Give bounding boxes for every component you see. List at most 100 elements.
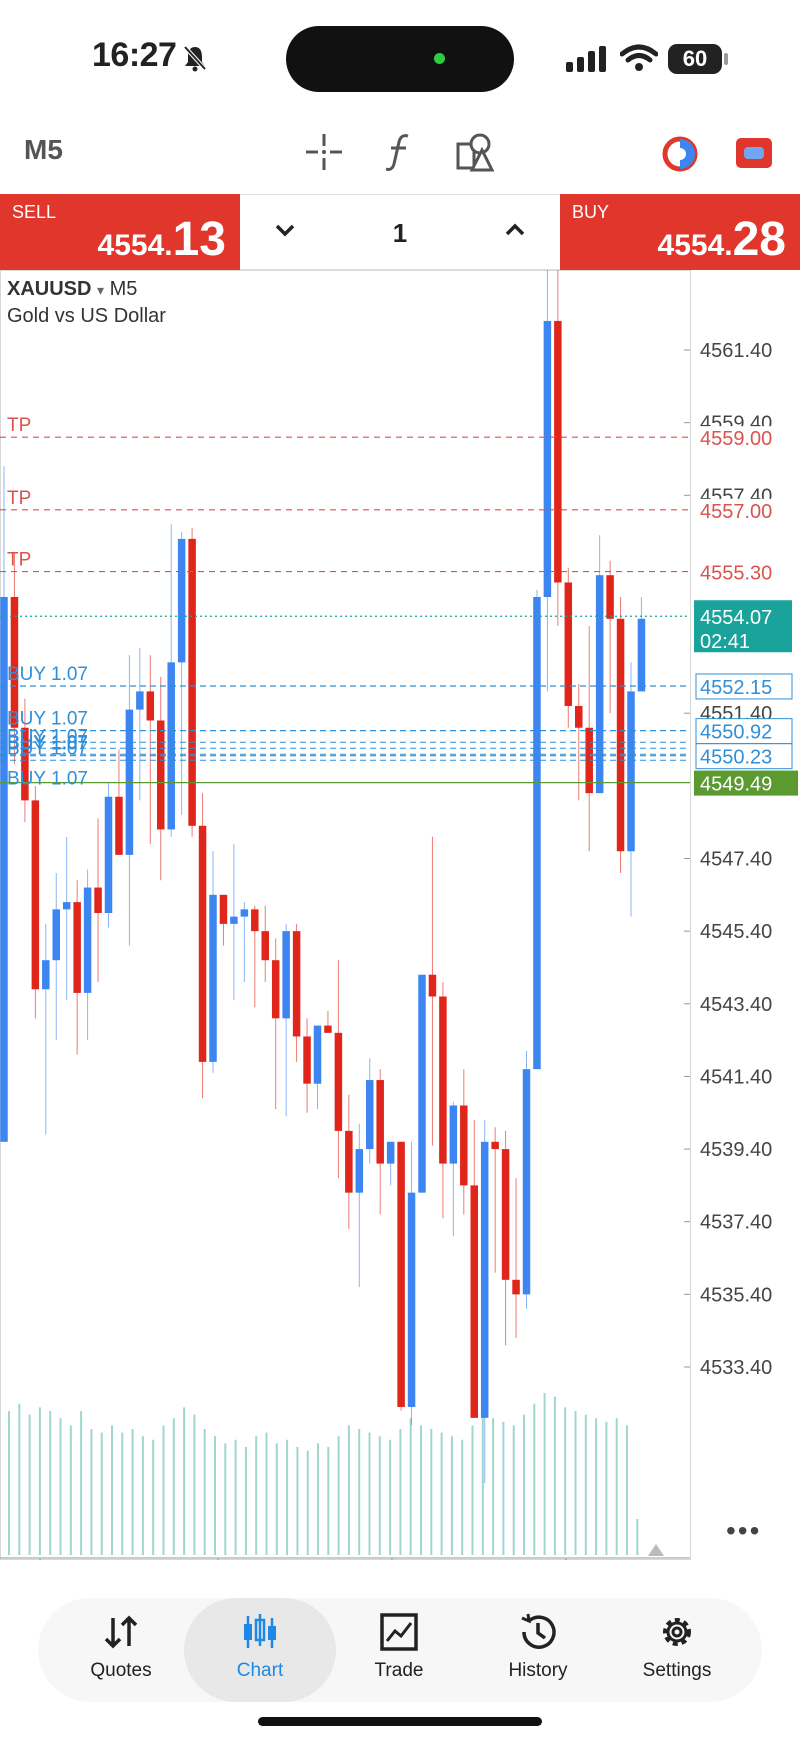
- candle-body: [449, 1105, 458, 1164]
- position-price-label: 4552.15: [700, 677, 772, 699]
- candle-body: [439, 996, 447, 1164]
- candle-body: [209, 894, 217, 1062]
- history-icon: [521, 1613, 556, 1649]
- candle-body: [136, 691, 144, 710]
- position-tag: BUY 1.07: [7, 768, 88, 789]
- y-axis-tick-label: 4535.40: [700, 1284, 772, 1306]
- bid-price-label: 4554.07: [700, 607, 772, 629]
- candle-body: [575, 705, 583, 728]
- volume-increase-icon[interactable]: [504, 222, 526, 238]
- position-tag: BUY 1.07: [7, 664, 88, 685]
- candle-body: [303, 1036, 311, 1084]
- buy-price-pips: 28: [732, 213, 786, 266]
- y-axis-tick-label: 4541.40: [700, 1066, 772, 1088]
- candle-body: [512, 1279, 520, 1295]
- signal-icon[interactable]: [660, 134, 700, 174]
- battery-cap: [724, 53, 728, 65]
- candle-body: [418, 974, 426, 1193]
- settings-icon: [663, 1618, 691, 1646]
- candle-body: [480, 1141, 489, 1418]
- nav-trade[interactable]: Trade: [339, 1612, 459, 1692]
- dynamic-island: [286, 26, 514, 92]
- sell-price-main: 4554.: [97, 229, 173, 262]
- buy-price-main: 4554.: [657, 229, 733, 262]
- candle-body: [627, 691, 635, 852]
- candle-body: [292, 931, 301, 1037]
- chart-plot-frame: [0, 270, 691, 1560]
- tp-price-label: 4559.00: [700, 428, 772, 450]
- more-options-icon[interactable]: •••: [726, 1515, 761, 1547]
- candle-body: [94, 887, 102, 913]
- candle-body: [501, 1149, 510, 1280]
- candle-body: [428, 974, 437, 997]
- function-icon[interactable]: [384, 132, 414, 172]
- symbol-name: XAUUSD: [7, 278, 92, 300]
- volume-decrease-icon[interactable]: [274, 222, 296, 238]
- y-axis-tick-label: 4539.40: [700, 1139, 772, 1161]
- position-price-label: 4550.23: [700, 747, 772, 769]
- symbol-description: Gold vs US Dollar: [7, 305, 166, 327]
- battery-indicator: 60: [668, 44, 722, 74]
- candle-body: [554, 320, 562, 583]
- candle-body: [637, 618, 646, 692]
- symbol-timeframe: M5: [109, 278, 138, 300]
- candle-body: [606, 575, 614, 619]
- nav-quotes[interactable]: Quotes: [61, 1612, 181, 1692]
- candle-body: [62, 902, 71, 910]
- buy-button[interactable]: BUY 4554.28: [560, 194, 800, 270]
- bell-muted-icon: [183, 45, 207, 72]
- quotes-icon: [104, 1615, 138, 1649]
- candle-body: [219, 894, 228, 924]
- sell-price: 4554.13: [98, 212, 226, 267]
- candle-body: [313, 1025, 322, 1084]
- candle-body: [230, 916, 238, 924]
- candle-body: [240, 909, 249, 917]
- nav-settings[interactable]: Settings: [617, 1612, 737, 1692]
- objects-icon[interactable]: [456, 132, 496, 172]
- volume-value[interactable]: 1: [388, 218, 412, 249]
- buy-price: 4554.28: [658, 212, 786, 267]
- nav-chart[interactable]: Chart: [200, 1612, 320, 1692]
- position-price-label: 4550.92: [700, 722, 772, 744]
- nav-history[interactable]: History: [478, 1612, 598, 1692]
- chart-shift-marker[interactable]: [648, 1544, 664, 1556]
- nav-chart-label: Chart: [236, 1660, 284, 1681]
- candle-body: [157, 720, 165, 830]
- candle-body: [334, 1032, 343, 1131]
- candle-body: [115, 796, 123, 855]
- candle-body: [52, 909, 60, 961]
- sell-price-pips: 13: [172, 213, 226, 266]
- camera-indicator: [434, 53, 445, 64]
- nav-history-label: History: [508, 1660, 568, 1681]
- sell-button[interactable]: SELL 4554.13: [0, 194, 240, 270]
- price-chart[interactable]: 4561.404559.404557.404551.404547.404545.…: [0, 270, 800, 1560]
- candle-body: [386, 1141, 395, 1164]
- nav-trade-label: Trade: [374, 1660, 424, 1681]
- candle-body: [104, 796, 113, 913]
- status-time: 16:27: [92, 36, 177, 74]
- sell-label: SELL: [12, 202, 57, 222]
- y-axis-tick-label: 4533.40: [700, 1357, 772, 1379]
- y-axis-tick-label: 4543.40: [700, 994, 772, 1016]
- y-axis-tick-label: 4545.40: [700, 921, 772, 943]
- tp-price-label: 4555.30: [700, 563, 772, 585]
- candle-body: [73, 902, 81, 993]
- buy-label: BUY: [572, 202, 610, 222]
- candle-body: [345, 1130, 353, 1193]
- account-icon[interactable]: [734, 136, 774, 170]
- candle-body: [198, 825, 207, 1062]
- candle-body: [616, 618, 625, 852]
- take-profit-tag: TP: [7, 415, 31, 436]
- candle-body: [42, 960, 50, 990]
- nav-quotes-label: Quotes: [90, 1660, 152, 1681]
- chart-symbol-title[interactable]: XAUUSD ▾ M5: [7, 278, 137, 301]
- candle-body: [282, 931, 290, 1019]
- candle-body: [564, 582, 573, 706]
- candle-body: [543, 320, 552, 597]
- timeframe-selector[interactable]: M5: [24, 134, 63, 166]
- candle-body: [83, 887, 92, 993]
- candle-body: [470, 1185, 478, 1418]
- candle-body: [397, 1141, 405, 1407]
- crosshair-icon[interactable]: [304, 132, 344, 172]
- candle-body: [355, 1149, 364, 1193]
